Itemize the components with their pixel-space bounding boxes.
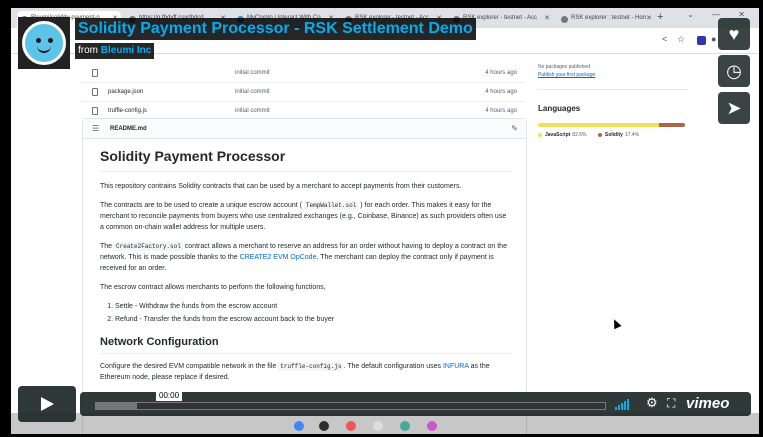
mouse-cursor	[610, 317, 622, 330]
divider	[538, 89, 688, 90]
tab-rsk-3[interactable]: RSK explorer : testnet - Hon ✕	[557, 11, 655, 28]
new-tab-button[interactable]: +	[657, 11, 663, 23]
file-name[interactable]: truffle-config.js	[108, 108, 147, 114]
app-icon[interactable]	[373, 421, 383, 431]
commit-message[interactable]: initial commit	[235, 70, 270, 76]
clock-icon: ◷	[726, 61, 742, 81]
volume-control[interactable]	[615, 399, 630, 410]
app-icon[interactable]	[427, 421, 437, 431]
file-list: initial commit 4 hours ago package.json …	[82, 64, 525, 121]
file-row[interactable]: package.json initial commit 4 hours ago	[82, 83, 525, 102]
readme-paragraph: The Create2Factory.sol contract allows a…	[100, 242, 507, 272]
watch-later-button[interactable]: ◷	[718, 55, 750, 87]
language-bar	[538, 123, 685, 127]
languages-title: Languages	[538, 104, 581, 113]
close-icon[interactable]: ✕	[646, 14, 652, 22]
function-list: Settle - Withdraw the funds from the esc…	[115, 301, 512, 325]
list-item: Settle - Withdraw the funds from the esc…	[115, 301, 512, 312]
language-dot	[538, 132, 542, 137]
app-icon[interactable]	[346, 421, 356, 431]
video-byline: from Bleumi Inc	[75, 43, 155, 59]
browser-window: Bleumi/solidity-payment-p✕ https://g.fbd…	[11, 8, 759, 434]
smiley-icon	[22, 21, 66, 65]
readme-body: Solidity Payment Processor This reposito…	[100, 147, 512, 391]
share-button[interactable]: ➤	[718, 92, 750, 124]
commit-age: 4 hours ago	[485, 70, 517, 76]
section-heading: Network Configuration	[100, 335, 512, 354]
list-icon[interactable]: ☰	[92, 124, 99, 133]
progress-bar[interactable]	[95, 402, 606, 410]
packages-empty-text: No packages published	[538, 64, 590, 70]
language-bar-segment	[538, 123, 660, 127]
github-page: initial commit 4 hours ago package.json …	[11, 54, 759, 434]
app-icon[interactable]	[400, 421, 410, 431]
terminal-icon[interactable]	[319, 421, 329, 431]
progress-fill	[96, 403, 137, 409]
publish-package-link[interactable]: Publish your first package	[538, 72, 595, 78]
avatar[interactable]	[18, 17, 70, 69]
file-row[interactable]: initial commit 4 hours ago	[82, 64, 525, 83]
commit-message[interactable]: initial commit	[235, 108, 270, 114]
language-list: JavaScript 82.6% Solidity 17.4%	[538, 132, 649, 138]
file-icon	[92, 88, 98, 96]
readme-paragraph: The contracts are to be used to create a…	[100, 201, 507, 231]
profile-icon[interactable]: ●	[711, 34, 716, 44]
readme-filename: README.md	[110, 126, 147, 132]
commit-message[interactable]: initial commit	[235, 89, 270, 95]
rsk-icon	[561, 16, 568, 23]
extension-icon[interactable]	[697, 36, 706, 45]
list-item: Refund - Transfer the funds from the esc…	[115, 314, 512, 325]
play-button[interactable]	[18, 386, 76, 422]
readme-header: ☰ README.md ✎	[83, 119, 526, 139]
create2-link[interactable]: CREATE2 EVM OpCode	[240, 254, 317, 261]
inline-code: TempWallet.sol	[303, 201, 359, 210]
vimeo-logo[interactable]: vimeo	[686, 395, 729, 412]
file-icon	[92, 107, 98, 115]
owner-link[interactable]: Bleumi Inc	[101, 45, 152, 56]
control-bar: 00:00 ⚙ ⛶ vimeo	[80, 390, 751, 416]
close-icon[interactable]: ✕	[544, 14, 550, 22]
readme-title: Solidity Payment Processor	[100, 147, 512, 172]
file-icon	[92, 69, 98, 77]
star-icon[interactable]: ☆	[677, 34, 685, 45]
inline-code: Create2Factory.sol	[114, 242, 183, 251]
readme-paragraph: Configure the desired EVM compatible net…	[100, 362, 490, 381]
share-icon[interactable]: <	[662, 34, 667, 44]
readme-paragraph: The escrow contract allows merchants to …	[100, 284, 326, 291]
fullscreen-icon[interactable]: ⛶	[667, 396, 675, 411]
language-item[interactable]: JavaScript 82.6%	[538, 132, 586, 138]
paper-plane-icon: ➤	[726, 98, 742, 118]
time-display: 00:00	[156, 390, 183, 401]
language-dot	[597, 132, 602, 137]
gear-icon[interactable]: ⚙	[646, 395, 658, 411]
file-name[interactable]: package.json	[108, 89, 143, 95]
commit-age: 4 hours ago	[485, 108, 517, 114]
readme-intro: This repository contrains Solidity contr…	[100, 183, 462, 190]
pencil-icon[interactable]: ✎	[511, 124, 518, 133]
language-bar-segment	[659, 123, 685, 127]
chrome-icon[interactable]	[294, 421, 304, 431]
from-label: from	[78, 45, 98, 56]
play-icon	[41, 397, 54, 411]
like-button[interactable]: ♥	[718, 18, 750, 50]
player-controls: 00:00 ⚙ ⛶ vimeo	[18, 386, 751, 422]
language-item[interactable]: Solidity 17.4%	[597, 132, 639, 138]
tab-label: RSK explorer : testnet - Hon	[571, 15, 647, 21]
video-title[interactable]: Solidity Payment Processor - RSK Settlem…	[75, 18, 476, 40]
commit-age: 4 hours ago	[485, 89, 517, 95]
infura-link[interactable]: INFURA	[443, 363, 469, 370]
inline-code: truffle-config.js	[278, 362, 344, 371]
heart-icon: ♥	[728, 24, 740, 44]
